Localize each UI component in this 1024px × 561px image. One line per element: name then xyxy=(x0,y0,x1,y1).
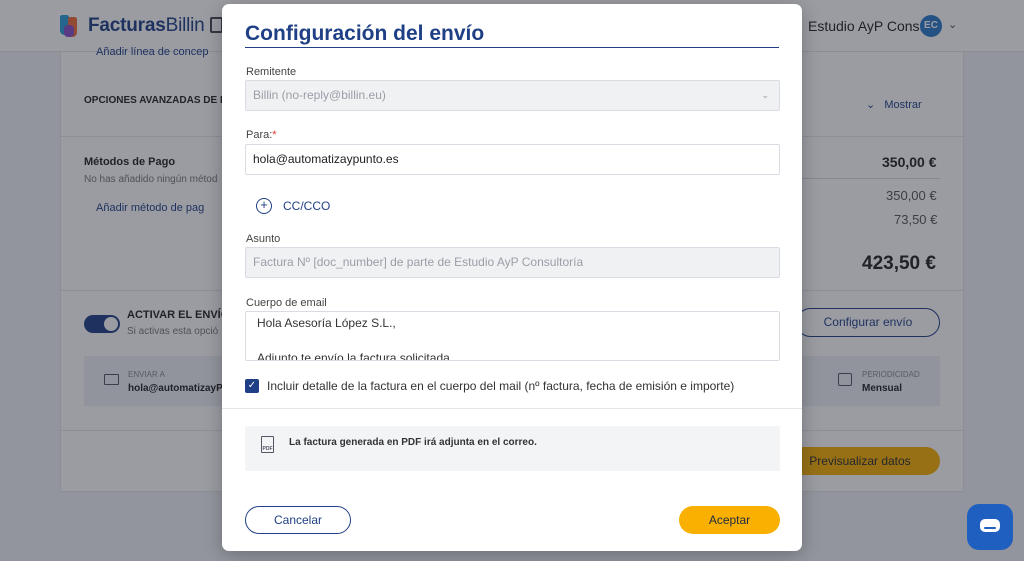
subject-label: Asunto xyxy=(246,233,281,245)
body-line: Adjunto te envío la factura solicitada. xyxy=(257,351,454,361)
plus-circle-icon: + xyxy=(256,198,272,214)
title-divider xyxy=(245,47,779,48)
checkbox-checked-icon[interactable]: ✓ xyxy=(245,379,259,393)
cc-cco-label: CC/CCO xyxy=(283,199,331,213)
modal-title: Configuración del envío xyxy=(245,22,485,45)
to-email-value: hola@automatizaypunto.es xyxy=(253,152,399,166)
subject-field: Factura Nº [doc_number] de parte de Estu… xyxy=(245,247,780,278)
cc-cco-button[interactable]: + CC/CCO xyxy=(256,198,330,214)
to-label: Para:* xyxy=(246,129,277,141)
pdf-notice: PDF La factura generada en PDF irá adjun… xyxy=(245,426,780,471)
send-config-modal: Configuración del envío Remitente Billin… xyxy=(222,4,802,551)
include-detail-label: Incluir detalle de la factura en el cuer… xyxy=(267,379,735,393)
modal-divider xyxy=(222,408,802,409)
required-mark: * xyxy=(272,129,277,141)
chat-icon[interactable] xyxy=(967,504,1013,550)
chevron-down-icon: ⌄ xyxy=(761,90,769,100)
body-label: Cuerpo de email xyxy=(246,297,327,309)
body-line: Hola Asesoría López S.L., xyxy=(257,316,396,330)
email-body-textarea[interactable]: Hola Asesoría López S.L., Adjunto te env… xyxy=(245,311,780,361)
cancel-button[interactable]: Cancelar xyxy=(245,506,351,534)
accept-button[interactable]: Aceptar xyxy=(679,506,780,534)
sender-label: Remitente xyxy=(246,66,297,78)
sender-select: Billin (no-reply@billin.eu) ⌄ xyxy=(245,80,780,111)
pdf-notice-text: La factura generada en PDF irá adjunta e… xyxy=(289,437,537,448)
sender-value: Billin (no-reply@billin.eu) xyxy=(253,88,386,102)
include-detail-row[interactable]: ✓ Incluir detalle de la factura en el cu… xyxy=(245,379,734,393)
subject-value: Factura Nº [doc_number] de parte de Estu… xyxy=(253,255,584,269)
pdf-icon: PDF xyxy=(261,436,274,453)
to-email-field[interactable]: hola@automatizaypunto.es xyxy=(245,144,780,175)
